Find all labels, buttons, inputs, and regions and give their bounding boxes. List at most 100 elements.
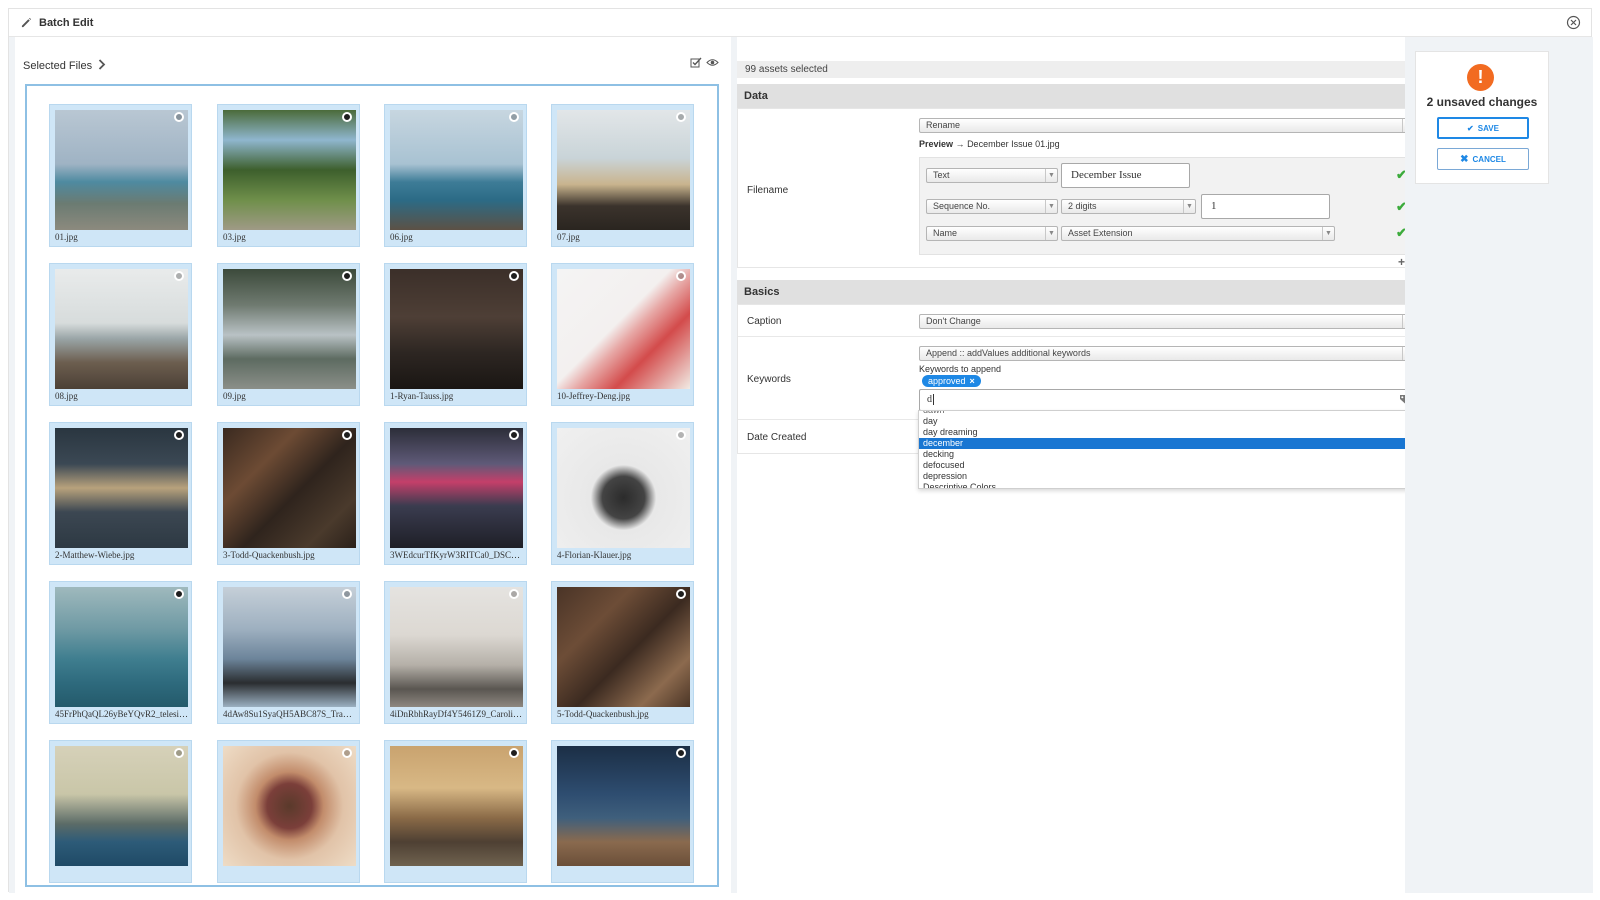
file-thumbnail[interactable]: 1-Ryan-Tauss.jpg bbox=[384, 263, 527, 406]
name-source-select[interactable]: Asset Extension ▼ bbox=[1061, 226, 1335, 241]
select-toggle-icon[interactable] bbox=[509, 112, 519, 122]
file-thumbnail[interactable]: 4dAw8Su1SyaQH5ABC87S_Traunsee.jpg bbox=[217, 581, 360, 724]
keyword-search-input[interactable]: d bbox=[919, 389, 1415, 411]
select-toggle-icon[interactable] bbox=[174, 271, 184, 281]
select-toggle-icon[interactable] bbox=[676, 430, 686, 440]
file-thumbnail[interactable] bbox=[384, 740, 527, 883]
keywords-label: Keywords bbox=[747, 374, 791, 385]
rule-type-select[interactable]: Sequence No. ▼ bbox=[926, 199, 1058, 214]
select-toggle-icon[interactable] bbox=[342, 271, 352, 281]
select-toggle-icon[interactable] bbox=[676, 112, 686, 122]
file-thumbnail[interactable]: 01.jpg bbox=[49, 104, 192, 247]
selected-files-panel: Selected Files 01.jpg 03.jpg 06.jpg 07.jpg 0… bbox=[15, 37, 731, 893]
divider bbox=[738, 336, 1431, 337]
file-thumbnail[interactable] bbox=[217, 740, 360, 883]
select-toggle-icon[interactable] bbox=[174, 589, 184, 599]
data-section-header[interactable]: Data bbox=[737, 84, 1432, 108]
window-title: Batch Edit bbox=[39, 16, 94, 29]
thumbnail-image bbox=[557, 587, 690, 707]
keyword-suggestion[interactable]: december bbox=[919, 438, 1414, 449]
thumbnail-image bbox=[223, 110, 356, 230]
chevron-right-icon[interactable] bbox=[98, 59, 106, 73]
keyword-suggestion[interactable]: decking bbox=[919, 449, 1414, 460]
add-rule-icon[interactable]: + bbox=[1398, 255, 1405, 269]
select-toggle-icon[interactable] bbox=[174, 430, 184, 440]
file-thumbnail[interactable] bbox=[49, 740, 192, 883]
basics-section-header[interactable]: Basics bbox=[737, 280, 1432, 304]
caption-label: Caption bbox=[747, 316, 782, 327]
file-name: 2-Matthew-Wiebe.jpg bbox=[55, 550, 135, 560]
thumbnail-image bbox=[557, 269, 690, 389]
title-bar: Batch Edit bbox=[9, 9, 1591, 37]
file-thumbnail[interactable]: 03.jpg bbox=[217, 104, 360, 247]
file-thumbnail[interactable]: 3-Todd-Quackenbush.jpg bbox=[217, 422, 360, 565]
check-all-icon[interactable] bbox=[690, 57, 702, 71]
keyword-tag: approved × bbox=[922, 375, 981, 387]
thumbnail-image bbox=[390, 269, 523, 389]
file-thumbnail[interactable]: 45FrPhQaQL26yBeYQvR2_telesiege.jpg bbox=[49, 581, 192, 724]
file-thumbnail[interactable]: 3WEdcurTfKyrW3RITCa0_DSC0788.jpg bbox=[384, 422, 527, 565]
keywords-mode-select[interactable]: Append :: addValues additional keywords▼ bbox=[919, 346, 1415, 361]
keyword-suggestions-dropdown: dawn day day dreaming december decking defocu… bbox=[918, 410, 1415, 489]
thumbnail-image bbox=[557, 428, 690, 548]
assets-count: 99 assets selected bbox=[737, 61, 1432, 78]
selected-files-label: Selected Files bbox=[23, 60, 93, 72]
file-thumbnail[interactable]: 06.jpg bbox=[384, 104, 527, 247]
digits-select[interactable]: 2 digits ▼ bbox=[1061, 199, 1196, 214]
keyword-suggestion[interactable]: defocused bbox=[919, 460, 1414, 471]
file-thumbnail[interactable]: 2-Matthew-Wiebe.jpg bbox=[49, 422, 192, 565]
thumbnail-image bbox=[55, 428, 188, 548]
selected-files-header[interactable]: Selected Files bbox=[23, 59, 106, 73]
selection-tools bbox=[690, 57, 719, 71]
keyword-suggestion[interactable]: depression bbox=[919, 471, 1414, 482]
file-thumbnail[interactable]: 4-Florian-Klauer.jpg bbox=[551, 422, 694, 565]
select-toggle-icon[interactable] bbox=[676, 271, 686, 281]
select-toggle-icon[interactable] bbox=[509, 589, 519, 599]
thumbnail-image bbox=[223, 428, 356, 548]
file-thumbnail[interactable] bbox=[551, 740, 694, 883]
filename-rules: Text ▼ December Issue ✔ Sequence No. ▼ 2 d… bbox=[919, 157, 1415, 255]
select-toggle-icon[interactable] bbox=[342, 112, 352, 122]
select-toggle-icon[interactable] bbox=[174, 748, 184, 758]
save-panel: ! 2 unsaved changes ✔ SAVE ✖ CANCEL bbox=[1405, 37, 1593, 893]
eye-icon[interactable] bbox=[706, 57, 719, 71]
data-section: Filename Rename▼ Preview → December Issu… bbox=[737, 108, 1432, 269]
file-name: 4iDnRbhRayDf4Y5461Z9_Caroline.jpg bbox=[390, 709, 523, 719]
select-toggle-icon[interactable] bbox=[342, 589, 352, 599]
caption-select[interactable]: Don't Change▼ bbox=[919, 314, 1415, 329]
rule-type-select[interactable]: Text ▼ bbox=[926, 168, 1058, 183]
thumbnail-image bbox=[390, 428, 523, 548]
file-thumbnail[interactable]: 10-Jeffrey-Deng.jpg bbox=[551, 263, 694, 406]
select-toggle-icon[interactable] bbox=[676, 748, 686, 758]
file-thumbnail[interactable]: 07.jpg bbox=[551, 104, 694, 247]
keyword-suggestion[interactable]: Descriptive Colors bbox=[919, 482, 1414, 488]
file-thumbnail[interactable]: 4iDnRbhRayDf4Y5461Z9_Caroline.jpg bbox=[384, 581, 527, 724]
thumbnail-image bbox=[390, 746, 523, 866]
select-toggle-icon[interactable] bbox=[342, 430, 352, 440]
file-thumbnail[interactable]: 5-Todd-Quackenbush.jpg bbox=[551, 581, 694, 724]
keyword-suggestion[interactable]: day dreaming bbox=[919, 427, 1414, 438]
rule-type-select[interactable]: Name ▼ bbox=[926, 226, 1058, 241]
select-toggle-icon[interactable] bbox=[509, 430, 519, 440]
file-name: 01.jpg bbox=[55, 232, 78, 242]
rule-text-input[interactable]: December Issue bbox=[1061, 163, 1190, 188]
cancel-button[interactable]: ✖ CANCEL bbox=[1437, 148, 1529, 170]
keyword-suggestion[interactable]: day bbox=[919, 416, 1414, 427]
select-toggle-icon[interactable] bbox=[509, 271, 519, 281]
select-toggle-icon[interactable] bbox=[509, 748, 519, 758]
select-toggle-icon[interactable] bbox=[174, 112, 184, 122]
rename-select[interactable]: Rename▼ bbox=[919, 118, 1415, 133]
select-toggle-icon[interactable] bbox=[676, 589, 686, 599]
save-button[interactable]: ✔ SAVE bbox=[1437, 117, 1529, 139]
file-thumbnail[interactable]: 09.jpg bbox=[217, 263, 360, 406]
thumbnail-image bbox=[55, 587, 188, 707]
close-icon[interactable] bbox=[1566, 15, 1581, 30]
select-toggle-icon[interactable] bbox=[342, 748, 352, 758]
tag-remove-icon[interactable]: × bbox=[970, 376, 975, 386]
thumbnail-image bbox=[55, 269, 188, 389]
file-thumbnail[interactable]: 08.jpg bbox=[49, 263, 192, 406]
file-name: 4dAw8Su1SyaQH5ABC87S_Traunsee.jpg bbox=[223, 709, 356, 719]
thumbnail-image bbox=[557, 746, 690, 866]
thumbnail-image bbox=[55, 746, 188, 866]
sequence-start-input[interactable]: 1 bbox=[1201, 194, 1330, 219]
